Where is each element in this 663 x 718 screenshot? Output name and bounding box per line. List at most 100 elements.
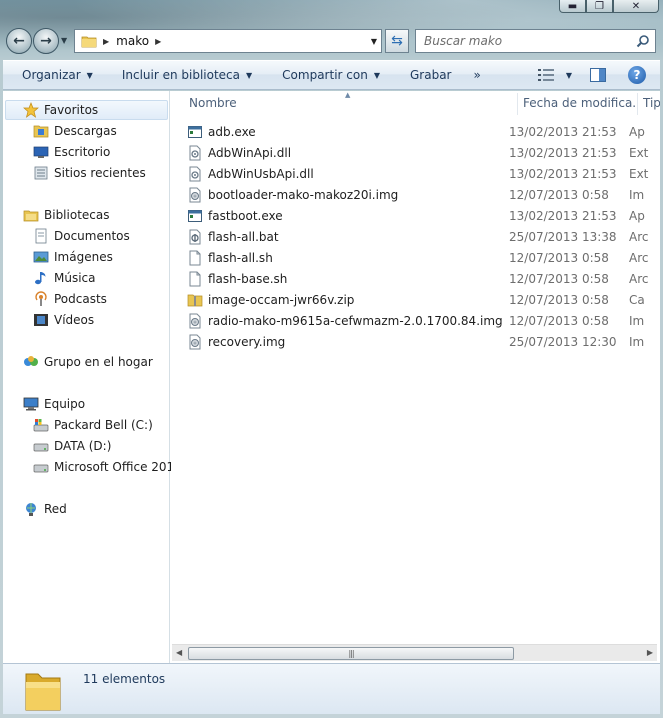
nav-drive-office-label: Microsoft Office 2010 — [54, 460, 182, 474]
share-with-menu[interactable]: Compartir con ▼ — [252, 61, 380, 89]
breadcrumb-mako[interactable]: mako — [116, 34, 149, 48]
column-header-type[interactable]: Tip — [643, 96, 660, 110]
file-date: 13/02/2013 21:53 — [509, 145, 617, 160]
burn-button[interactable]: Grabar — [380, 61, 452, 89]
nav-pictures-label: Imágenes — [54, 250, 113, 264]
nav-pictures[interactable]: Imágenes — [33, 247, 113, 267]
nav-videos[interactable]: Vídeos — [33, 310, 94, 330]
file-type: Ap — [629, 124, 645, 139]
nav-homegroup[interactable]: Grupo en el hogar — [23, 352, 153, 372]
windows-drive-icon — [33, 417, 49, 433]
file-row[interactable]: adb.exe 13/02/2013 21:53 Ap — [187, 121, 657, 142]
horizontal-scrollbar[interactable]: ◀ ||| ▶ — [172, 644, 657, 661]
nav-desktop-label: Escritorio — [54, 145, 111, 159]
scroll-right-icon[interactable]: ▶ — [647, 648, 653, 657]
recent-places-icon — [33, 165, 49, 181]
address-history-dropdown[interactable]: ▼ — [371, 37, 377, 46]
nav-videos-label: Vídeos — [54, 313, 95, 327]
file-type: Ext — [629, 166, 649, 181]
maximize-button[interactable]: ❐ — [586, 0, 613, 13]
file-row[interactable]: bootloader-mako-makoz20i.img 12/07/2013 0… — [187, 184, 657, 205]
nav-documents-label: Documentos — [54, 229, 130, 243]
exe-file-icon — [187, 208, 203, 224]
file-row[interactable]: flash-all.bat 25/07/2013 13:38 Arc — [187, 226, 657, 247]
file-row[interactable]: AdbWinApi.dll 13/02/2013 21:53 Ext — [187, 142, 657, 163]
scrollbar-thumb[interactable]: ||| — [188, 647, 514, 660]
search-icon[interactable] — [636, 34, 650, 48]
nav-network[interactable]: Red — [23, 499, 67, 519]
file-row[interactable]: flash-all.sh 12/07/2013 0:58 Arc — [187, 247, 657, 268]
forward-arrow-icon: → — [40, 33, 52, 49]
img-file-icon — [187, 187, 203, 203]
maximize-icon: ❐ — [595, 0, 604, 12]
nav-libraries[interactable]: Bibliotecas — [23, 205, 109, 225]
back-arrow-icon: ← — [13, 33, 25, 49]
nav-music-label: Música — [54, 271, 96, 285]
file-name: flash-all.sh — [208, 250, 273, 265]
file-type: Ap — [629, 208, 645, 223]
file-row[interactable]: flash-base.sh 12/07/2013 0:58 Arc — [187, 268, 657, 289]
breadcrumb-separator-icon[interactable]: ▶ — [103, 37, 109, 46]
refresh-button[interactable]: ⇆ — [385, 29, 409, 53]
folder-icon — [81, 33, 97, 49]
nav-favorites[interactable]: Favoritos — [23, 100, 98, 120]
forward-button[interactable]: → — [33, 28, 59, 54]
close-icon: ✕ — [631, 0, 641, 12]
address-bar[interactable]: ▶ mako ▶ ▼ — [74, 29, 382, 53]
include-in-library-menu[interactable]: Incluir en biblioteca ▼ — [93, 61, 252, 89]
file-date: 12/07/2013 0:58 — [509, 292, 609, 307]
column-header-date[interactable]: Fecha de modifica... — [523, 96, 635, 110]
nav-computer[interactable]: Equipo — [23, 394, 85, 414]
file-row[interactable]: AdbWinUsbApi.dll 13/02/2013 21:53 Ext — [187, 163, 657, 184]
file-name: flash-all.bat — [208, 229, 279, 244]
file-name: fastboot.exe — [208, 208, 283, 223]
change-view-button[interactable]: ▼ — [537, 69, 572, 81]
file-row[interactable]: radio-mako-m9615a-cefwmazm-2.0.1700.84.i… — [187, 310, 657, 331]
pictures-icon — [33, 249, 49, 265]
nav-downloads[interactable]: Descargas — [33, 121, 117, 141]
search-input[interactable] — [416, 34, 626, 48]
file-type: Arc — [629, 250, 649, 265]
search-box[interactable] — [415, 29, 656, 53]
breadcrumb-chevron-icon[interactable]: ▶ — [155, 37, 161, 46]
minimize-button[interactable]: ▬ — [559, 0, 586, 13]
nav-drive-c[interactable]: Packard Bell (C:) — [33, 415, 153, 435]
nav-computer-label: Equipo — [44, 397, 86, 411]
file-row[interactable]: recovery.img 25/07/2013 12:30 Im — [187, 331, 657, 352]
organize-menu[interactable]: Organizar ▼ — [3, 61, 93, 89]
computer-icon — [23, 396, 39, 412]
nav-desktop[interactable]: Escritorio — [33, 142, 110, 162]
more-commands-button[interactable]: » — [473, 68, 480, 82]
explorer-body: Favoritos Descargas Escritorio Sitios re… — [3, 91, 660, 663]
file-type: Arc — [629, 271, 649, 286]
file-name: bootloader-mako-makoz20i.img — [208, 187, 399, 202]
nav-recent-places[interactable]: Sitios recientes — [33, 163, 146, 183]
column-header-name[interactable]: Nombre — [189, 96, 509, 110]
nav-drive-office[interactable]: Microsoft Office 2010 — [33, 457, 182, 477]
file-row[interactable]: image-occam-jwr66v.zip 12/07/2013 0:58 Ca — [187, 289, 657, 310]
nav-music[interactable]: Música — [33, 268, 96, 288]
help-button[interactable]: ? — [628, 66, 646, 84]
recent-pages-dropdown[interactable]: ▼ — [61, 36, 67, 45]
back-button[interactable]: ← — [6, 28, 32, 54]
nav-documents[interactable]: Documentos — [33, 226, 130, 246]
preview-pane-button[interactable] — [590, 68, 606, 82]
blank-file-icon — [187, 271, 203, 287]
include-in-library-label: Incluir en biblioteca — [121, 68, 241, 82]
column-divider[interactable] — [517, 93, 518, 115]
blank-file-icon — [187, 250, 203, 266]
close-button[interactable]: ✕ — [613, 0, 659, 13]
column-divider[interactable] — [637, 93, 638, 115]
scroll-left-icon[interactable]: ◀ — [176, 648, 182, 657]
grip-icon: ||| — [348, 649, 354, 658]
folder-large-icon — [23, 668, 65, 712]
file-type: Im — [629, 334, 645, 349]
dll-file-icon — [187, 166, 203, 182]
file-type: Arc — [629, 229, 649, 244]
nav-favorites-label: Favoritos — [44, 103, 99, 117]
nav-podcasts[interactable]: Podcasts — [33, 289, 107, 309]
documents-icon — [33, 228, 49, 244]
nav-drive-d[interactable]: DATA (D:) — [33, 436, 111, 456]
file-date: 12/07/2013 0:58 — [509, 271, 609, 286]
file-row[interactable]: fastboot.exe 13/02/2013 21:53 Ap — [187, 205, 657, 226]
